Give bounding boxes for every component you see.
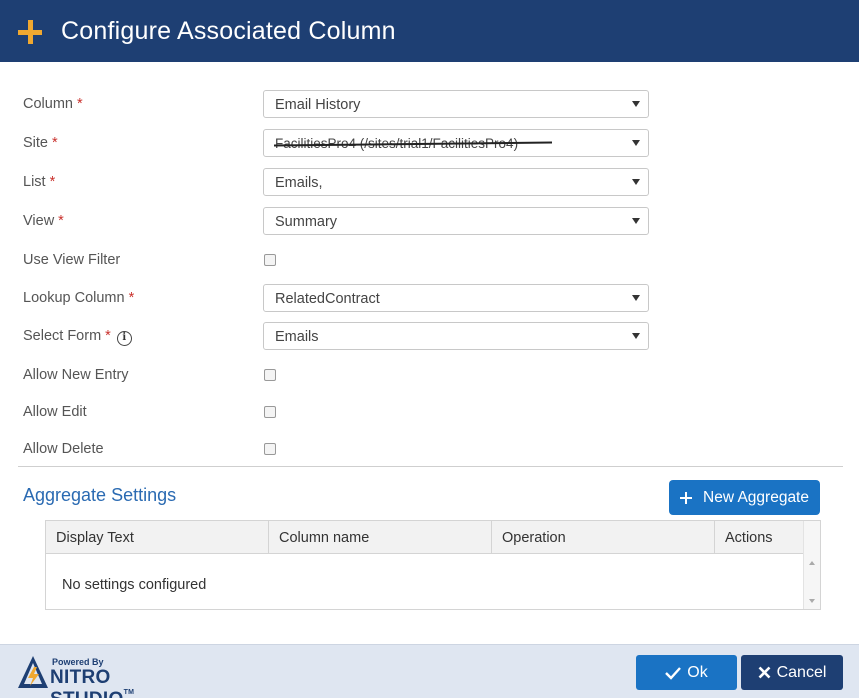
row-lookup-column: Lookup Column * RelatedContract xyxy=(0,284,859,314)
scroll-down-icon[interactable] xyxy=(809,599,815,603)
view-select[interactable]: Summary xyxy=(263,207,649,235)
column-select-value: Email History xyxy=(275,97,361,113)
row-use-view-filter: Use View Filter xyxy=(0,246,859,276)
plus-icon xyxy=(680,491,692,504)
lookup-column-select-value: RelatedContract xyxy=(275,291,380,307)
site-select[interactable]: FacilitiesPro4 (/sites/trial1/Facilities… xyxy=(263,129,649,157)
ok-label: Ok xyxy=(687,663,708,681)
grid-empty-message: No settings configured xyxy=(62,577,207,593)
chevron-down-icon xyxy=(632,179,640,185)
select-form-select[interactable]: Emails xyxy=(263,322,649,350)
row-site: Site* FacilitiesPro4 (/sites/trial1/Faci… xyxy=(0,129,859,159)
aggregate-settings-title: Aggregate Settings xyxy=(23,485,177,505)
row-select-form: Select Form * i Emails xyxy=(0,322,859,352)
dialog-title: Configure Associated Column xyxy=(61,17,396,45)
allow-new-entry-label: Allow New Entry xyxy=(23,367,129,383)
plus-icon xyxy=(18,20,42,44)
grid-scrollbar[interactable] xyxy=(803,521,820,609)
row-allow-edit: Allow Edit xyxy=(0,398,859,428)
required-marker: * xyxy=(49,174,56,190)
cancel-label: Cancel xyxy=(776,663,827,681)
required-marker: * xyxy=(128,290,135,306)
grid-header-operation[interactable]: Operation xyxy=(492,521,715,554)
row-view: View * Summary xyxy=(0,207,859,237)
section-divider xyxy=(18,466,843,467)
required-marker: * xyxy=(105,328,111,344)
nitro-logo-icon xyxy=(18,656,48,688)
allow-new-entry-checkbox[interactable] xyxy=(264,369,276,381)
lookup-column-select[interactable]: RelatedContract xyxy=(263,284,649,312)
chevron-down-icon xyxy=(632,140,640,146)
ok-button[interactable]: Ok xyxy=(636,655,737,690)
use-view-filter-checkbox[interactable] xyxy=(264,254,276,266)
column-select[interactable]: Email History xyxy=(263,90,649,118)
row-list: List * Emails, xyxy=(0,168,859,198)
aggregate-grid: Display Text Column name Operation Actio… xyxy=(45,520,821,610)
allow-delete-label: Allow Delete xyxy=(23,441,104,457)
grid-header-display-text[interactable]: Display Text xyxy=(46,521,269,554)
dialog-titlebar: Configure Associated Column xyxy=(0,0,859,62)
list-select-value: Emails, xyxy=(275,175,323,191)
chevron-down-icon xyxy=(632,101,640,107)
row-allow-delete: Allow Delete xyxy=(0,435,859,465)
check-icon xyxy=(665,666,682,680)
view-label: View * xyxy=(23,213,64,229)
view-select-value: Summary xyxy=(275,214,338,230)
column-label: Column * xyxy=(23,96,83,112)
close-icon xyxy=(758,666,771,679)
row-column: Column * Email History xyxy=(0,90,859,120)
allow-delete-checkbox[interactable] xyxy=(264,443,276,455)
list-select[interactable]: Emails, xyxy=(263,168,649,196)
grid-header-column-name[interactable]: Column name xyxy=(269,521,492,554)
chevron-down-icon xyxy=(632,295,640,301)
select-form-select-value: Emails xyxy=(275,329,319,345)
dialog-footer: Powered By NITRO STUDIOTM Ok Cancel xyxy=(0,644,859,698)
logo-powered-by: Powered By xyxy=(52,657,104,667)
logo-brand-text: NITRO STUDIOTM xyxy=(50,667,135,698)
required-marker: * xyxy=(58,213,64,229)
use-view-filter-label: Use View Filter xyxy=(23,252,121,268)
allow-edit-checkbox[interactable] xyxy=(264,406,276,418)
row-allow-new-entry: Allow New Entry xyxy=(0,361,859,391)
scroll-up-icon[interactable] xyxy=(809,561,815,565)
required-marker: * xyxy=(76,96,83,112)
new-aggregate-label: New Aggregate xyxy=(703,488,809,506)
site-label: Site * xyxy=(23,135,58,151)
nitro-studio-logo: Powered By NITRO STUDIOTM xyxy=(17,655,187,698)
select-form-label: Select Form * i xyxy=(23,328,132,346)
new-aggregate-button[interactable]: New Aggregate xyxy=(669,480,820,515)
list-label: List * xyxy=(23,174,56,190)
grid-header: Display Text Column name Operation Actio… xyxy=(46,521,803,554)
required-marker: * xyxy=(52,135,58,151)
chevron-down-icon xyxy=(632,218,640,224)
info-circle-icon[interactable]: i xyxy=(116,331,132,346)
chevron-down-icon xyxy=(632,333,640,339)
grid-header-actions[interactable]: Actions xyxy=(715,521,803,554)
allow-edit-label: Allow Edit xyxy=(23,404,87,420)
lookup-column-label: Lookup Column * xyxy=(23,290,135,306)
cancel-button[interactable]: Cancel xyxy=(741,655,843,690)
